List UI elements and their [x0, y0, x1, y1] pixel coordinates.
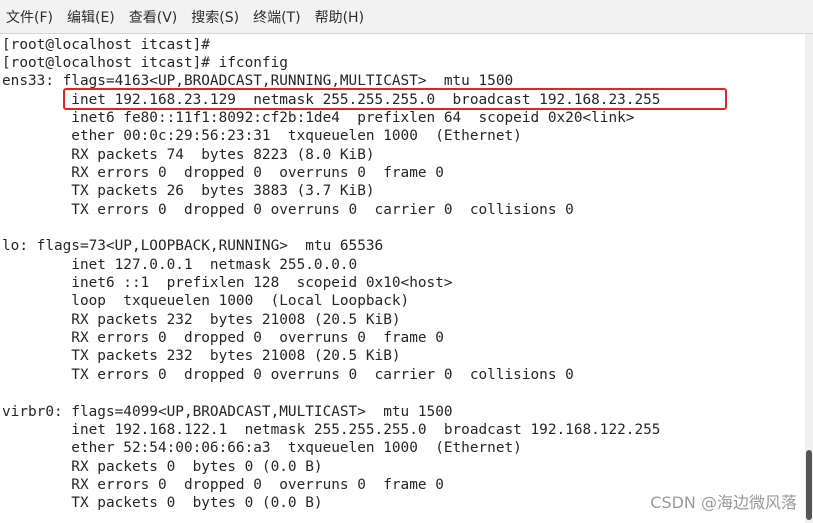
terminal-line: RX errors 0 dropped 0 overruns 0 frame 0 [2, 330, 444, 346]
terminal-line: ether 00:0c:29:56:23:31 txqueuelen 1000 … [2, 128, 522, 144]
terminal-line: virbr0: flags=4099<UP,BROADCAST,MULTICAS… [2, 404, 453, 420]
terminal-line: RX errors 0 dropped 0 overruns 0 frame 0 [2, 165, 444, 181]
menubar: 文件(F) 编辑(E) 查看(V) 搜索(S) 终端(T) 帮助(H) [0, 0, 813, 34]
terminal-line: TX packets 232 bytes 21008 (20.5 KiB) [2, 348, 401, 364]
terminal-line: RX errors 0 dropped 0 overruns 0 frame 0 [2, 477, 444, 493]
scrollbar-thumb[interactable] [806, 450, 812, 520]
terminal-line: TX errors 0 dropped 0 overruns 0 carrier… [2, 202, 574, 218]
terminal-line: inet 127.0.0.1 netmask 255.0.0.0 [2, 257, 358, 273]
menu-help[interactable]: 帮助(H) [315, 7, 364, 27]
terminal-line: TX packets 26 bytes 3883 (3.7 KiB) [2, 183, 375, 199]
menu-file[interactable]: 文件(F) [6, 7, 53, 27]
watermark: CSDN @海边微风落 [650, 493, 797, 512]
terminal-line: inet6 ::1 prefixlen 128 scopeid 0x10<hos… [2, 275, 453, 291]
terminal-line: [root@localhost itcast]# [2, 37, 219, 53]
highlight-annotation-box [63, 88, 727, 110]
terminal-line: [root@localhost itcast]# ifconfig [2, 55, 288, 71]
terminal-line: inet6 fe80::11f1:8092:cf2b:1de4 prefixle… [2, 110, 635, 126]
terminal-window: 文件(F) 编辑(E) 查看(V) 搜索(S) 终端(T) 帮助(H) [roo… [0, 0, 813, 523]
terminal-line: RX packets 74 bytes 8223 (8.0 KiB) [2, 147, 375, 163]
menu-search[interactable]: 搜索(S) [191, 7, 239, 27]
vertical-scrollbar[interactable] [805, 34, 813, 523]
terminal-line: inet 192.168.122.1 netmask 255.255.255.0… [2, 422, 661, 438]
menu-view[interactable]: 查看(V) [129, 7, 178, 27]
menu-edit[interactable]: 编辑(E) [67, 7, 115, 27]
terminal-line: RX packets 0 bytes 0 (0.0 B) [2, 459, 323, 475]
terminal-line: loop txqueuelen 1000 (Local Loopback) [2, 293, 410, 309]
terminal-line: lo: flags=73<UP,LOOPBACK,RUNNING> mtu 65… [2, 238, 384, 254]
menu-terminal[interactable]: 终端(T) [253, 7, 300, 27]
terminal-line: ether 52:54:00:06:66:a3 txqueuelen 1000 … [2, 440, 522, 456]
terminal-line: TX errors 0 dropped 0 overruns 0 carrier… [2, 367, 574, 383]
terminal-line: RX packets 232 bytes 21008 (20.5 KiB) [2, 312, 401, 328]
terminal-line: TX packets 0 bytes 0 (0.0 B) [2, 495, 323, 511]
